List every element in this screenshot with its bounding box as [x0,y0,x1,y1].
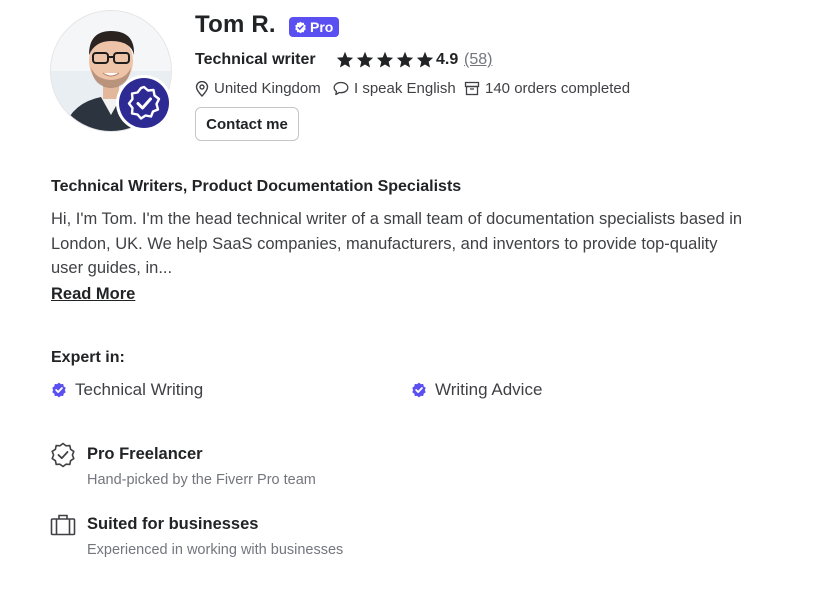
seller-title: Technical writer [195,51,316,68]
expert-in-label: Expert in: [51,349,125,366]
pro-badge-label: Pro [310,19,334,35]
feature-title: Suited for businesses [87,515,259,533]
pro-check-icon [295,21,306,33]
skill-label: Writing Advice [435,380,543,399]
pro-seal-icon [50,442,76,473]
rating-stars [336,51,434,68]
star-icon [336,51,354,68]
language-info: I speak English [333,80,456,97]
language-text: I speak English [354,80,456,97]
star-icon [416,51,434,68]
feature-subtitle: Experienced in working with businesses [87,542,344,558]
box-icon [464,81,480,96]
location-pin-icon [195,80,209,97]
feature-subtitle: Hand-picked by the Fiverr Pro team [87,472,316,488]
feature-title: Pro Freelancer [87,445,203,463]
skill-item: Technical Writing [51,380,203,400]
location-text: United Kingdom [214,80,321,97]
skill-label: Technical Writing [75,380,204,399]
profile-headline: Technical Writers, Product Documentation… [51,178,462,195]
speech-bubble-icon [333,81,349,96]
briefcase-icon [50,512,76,543]
skill-item: Writing Advice [411,380,542,400]
rating-value: 4.9 [436,51,459,68]
read-more-link[interactable]: Read More [51,285,135,304]
verified-check-icon [52,382,66,398]
profile-bio: Hi, I'm Tom. I'm the head technical writ… [51,210,743,277]
star-icon [356,51,374,68]
star-icon [376,51,394,68]
verified-badge-icon [116,75,172,131]
pro-badge: Pro [289,17,340,37]
location-info: United Kingdom [195,80,321,97]
seller-name[interactable]: Tom R. [195,11,276,39]
orders-info: 140 orders completed [464,80,630,97]
reviews-count-link[interactable]: (58) [464,51,492,69]
verified-check-icon [412,382,426,398]
star-icon [396,51,414,68]
contact-me-button[interactable]: Contact me [195,107,299,141]
orders-text: 140 orders completed [485,80,631,97]
